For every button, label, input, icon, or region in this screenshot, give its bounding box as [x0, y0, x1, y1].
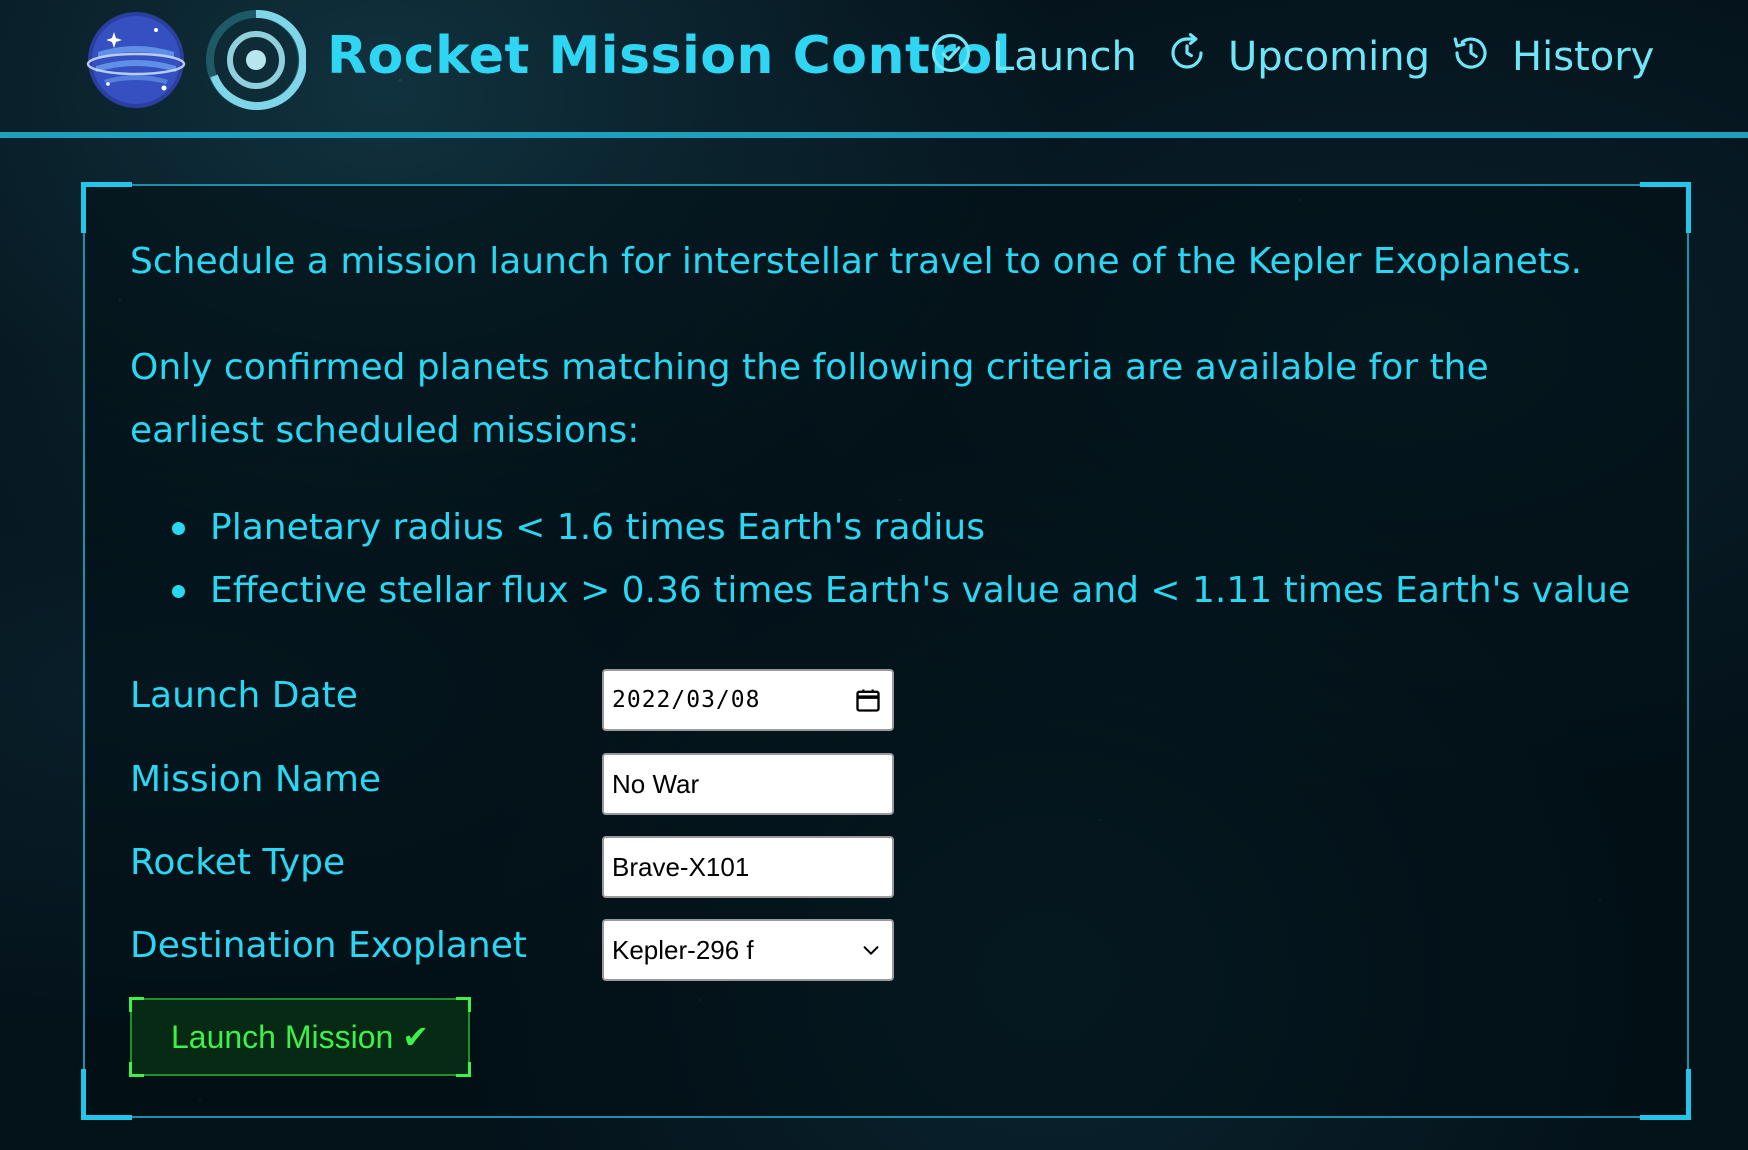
button-corner	[129, 1062, 144, 1077]
criteria-item: Planetary radius < 1.6 times Earth's rad…	[130, 496, 1630, 559]
chevron-down-icon	[863, 946, 879, 955]
mission-name-input[interactable]: No War	[602, 753, 894, 815]
criteria-list: Planetary radius < 1.6 times Earth's rad…	[130, 496, 1630, 622]
target-logo-icon	[206, 10, 306, 110]
mission-name-value: No War	[612, 769, 700, 799]
app-header: Rocket Mission Control Launch Upcoming H…	[0, 0, 1748, 138]
launch-date-input[interactable]: 2022/03/08	[602, 669, 894, 731]
button-corner	[129, 997, 144, 1012]
refresh-icon	[1171, 33, 1203, 69]
rocket-type-value: Brave-X101	[612, 852, 750, 882]
launch-date-label: Launch Date	[130, 675, 358, 716]
criteria-intro-text: Only confirmed planets matching the foll…	[130, 347, 1489, 451]
calendar-icon[interactable]	[854, 686, 882, 714]
button-corner	[456, 1062, 471, 1077]
launch-mission-label: Launch Mission ✔	[170, 1019, 430, 1055]
nav-launch[interactable]: Launch	[930, 28, 1137, 92]
planet-logo-icon	[86, 12, 186, 108]
rocket-type-row: Rocket Type Brave-X101	[130, 836, 894, 898]
mission-name-label: Mission Name	[130, 759, 382, 800]
nav-upcoming-label: Upcoming	[1228, 34, 1430, 80]
launch-date-value: 2022/03/08	[612, 687, 761, 713]
nav-launch-label: Launch	[992, 34, 1137, 80]
check-circle-icon	[931, 33, 971, 73]
frame-corner	[81, 1069, 132, 1120]
frame-corner	[81, 182, 132, 233]
rocket-type-label: Rocket Type	[130, 842, 346, 883]
nav-history-label: History	[1512, 34, 1655, 80]
rocket-type-input[interactable]: Brave-X101	[602, 836, 894, 898]
frame-corner	[1640, 1069, 1691, 1120]
destination-label: Destination Exoplanet	[130, 925, 527, 966]
launch-panel: Schedule a mission launch for interstell…	[81, 182, 1691, 1120]
launch-mission-button[interactable]: Launch Mission ✔	[129, 997, 471, 1077]
mission-name-row: Mission Name No War	[130, 753, 894, 815]
destination-row: Destination Exoplanet Kepler-296 f	[130, 919, 894, 981]
criteria-item: Effective stellar flux > 0.36 times Eart…	[130, 559, 1630, 622]
launch-date-row: Launch Date 2022/03/08	[130, 669, 894, 731]
history-icon	[1453, 37, 1487, 69]
frame-corner	[1640, 182, 1691, 233]
destination-value: Kepler-296 f	[612, 935, 754, 965]
app-title: Rocket Mission Control	[327, 26, 1012, 86]
nav-upcoming[interactable]: Upcoming	[1166, 28, 1430, 92]
intro-text: Schedule a mission launch for interstell…	[130, 241, 1583, 282]
destination-select[interactable]: Kepler-296 f	[602, 919, 894, 981]
nav-history[interactable]: History	[1450, 28, 1654, 92]
button-corner	[456, 997, 471, 1012]
